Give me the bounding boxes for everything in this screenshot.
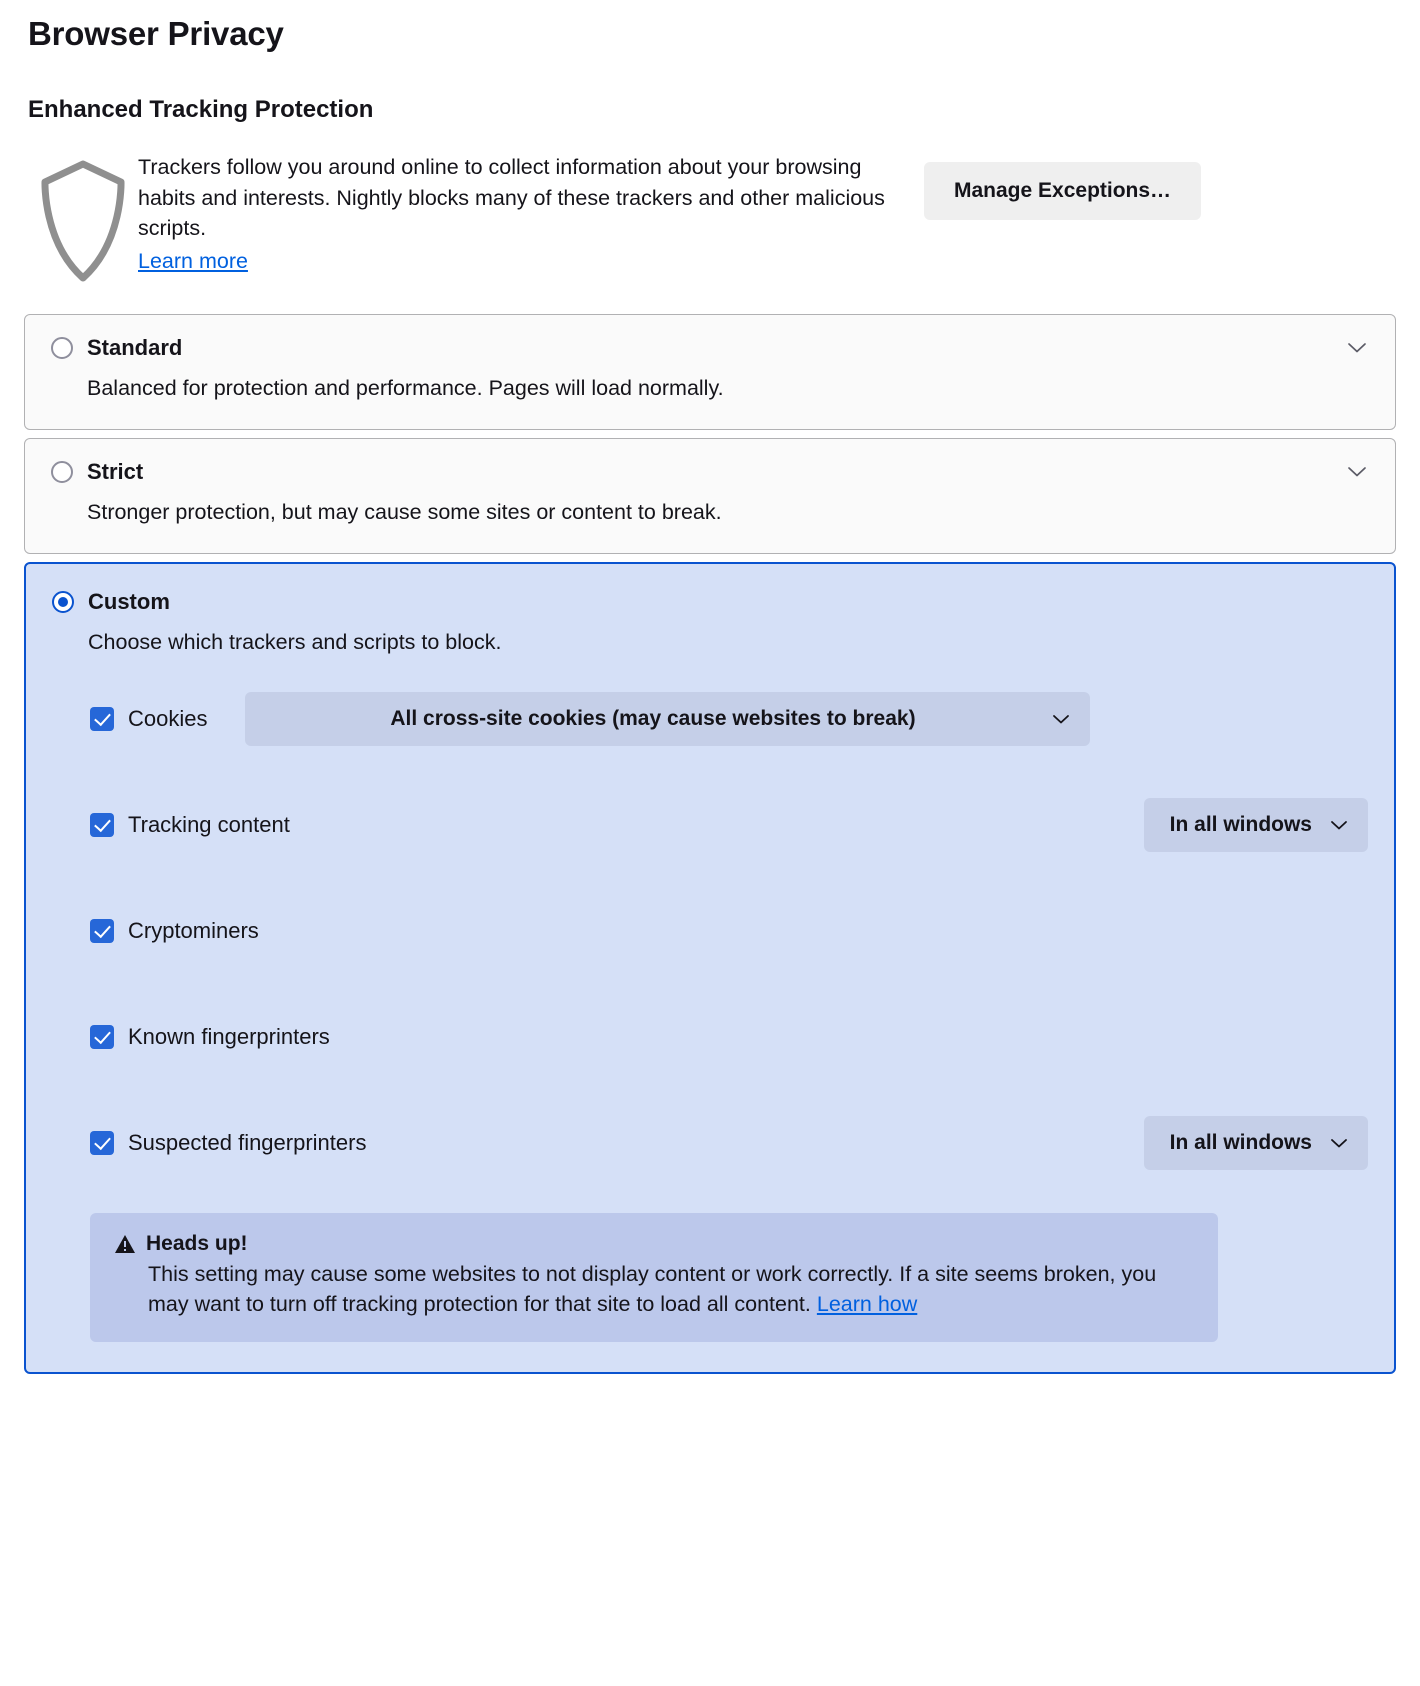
protection-label-custom: Custom — [88, 589, 170, 615]
select-suspected-fingerprinters-value: In all windows — [1169, 1131, 1312, 1155]
browser-privacy-page: Browser Privacy Enhanced Tracking Protec… — [0, 14, 1420, 1686]
manage-exceptions-wrap: Manage Exceptions… — [898, 152, 1396, 221]
protection-level-cards: Standard Balanced for protection and per… — [24, 314, 1396, 1374]
checkbox-cryptominers[interactable] — [90, 919, 114, 944]
checkbox-suspected-fingerprinters[interactable] — [90, 1131, 114, 1156]
intro-block: Trackers follow you around online to col… — [28, 152, 1396, 286]
option-label-cookies: Cookies — [128, 706, 208, 732]
select-tracking-content-value: In all windows — [1169, 813, 1312, 837]
radio-strict[interactable] — [51, 461, 73, 484]
option-row-known-fingerprinters: Known fingerprinters — [90, 1009, 1368, 1065]
chevron-down-icon-suspected-fingerprinters — [1331, 1138, 1347, 1148]
card-head-strict: Strict — [51, 459, 1369, 485]
checkbox-tracking-content[interactable] — [90, 813, 114, 838]
manage-exceptions-button[interactable]: Manage Exceptions… — [924, 162, 1202, 221]
chevron-down-icon-standard[interactable] — [1347, 342, 1367, 354]
warning-title: Heads up! — [146, 1232, 248, 1256]
protection-card-custom[interactable]: Custom Choose which trackers and scripts… — [24, 562, 1396, 1374]
protection-desc-custom: Choose which trackers and scripts to blo… — [88, 630, 502, 655]
option-label-known-fingerprinters: Known fingerprinters — [128, 1024, 330, 1050]
warning-header: Heads up! — [114, 1233, 1194, 1254]
option-row-suspected-fingerprinters: Suspected fingerprinters In all windows — [90, 1115, 1368, 1171]
section-title-enhanced-tracking-protection: Enhanced Tracking Protection — [28, 95, 374, 123]
learn-more-link[interactable]: Learn more — [138, 246, 248, 277]
protection-label-strict: Strict — [87, 459, 144, 485]
select-cookies-value: All cross-site cookies (may cause websit… — [390, 707, 916, 731]
checkbox-known-fingerprinters[interactable] — [90, 1025, 114, 1050]
learn-how-link[interactable]: Learn how — [817, 1292, 917, 1316]
option-label-cryptominers: Cryptominers — [128, 918, 259, 944]
checkbox-cookies[interactable] — [90, 707, 114, 732]
protection-label-standard: Standard — [87, 335, 183, 361]
radio-standard[interactable] — [51, 337, 73, 360]
warning-body: This setting may cause some websites to … — [148, 1260, 1194, 1319]
option-label-suspected-fingerprinters: Suspected fingerprinters — [128, 1130, 367, 1156]
protection-card-strict[interactable]: Strict Stronger protection, but may caus… — [24, 438, 1396, 555]
heads-up-warning: Heads up! This setting may cause some we… — [90, 1213, 1218, 1342]
protection-desc-strict: Stronger protection, but may cause some … — [87, 500, 722, 525]
protection-card-standard[interactable]: Standard Balanced for protection and per… — [24, 314, 1396, 431]
chevron-down-icon-strict[interactable] — [1347, 466, 1367, 478]
option-label-tracking-content: Tracking content — [128, 812, 290, 838]
warning-text: This setting may cause some websites to … — [148, 1262, 1157, 1316]
option-row-tracking-content: Tracking content In all windows — [90, 797, 1368, 853]
chevron-down-icon-cookies — [1053, 714, 1070, 724]
card-head-custom: Custom — [52, 589, 1368, 615]
select-suspected-fingerprinters-scope[interactable]: In all windows — [1143, 1116, 1368, 1171]
select-cookies-level[interactable]: All cross-site cookies (may cause websit… — [245, 692, 1091, 747]
intro-text: Trackers follow you around online to col… — [138, 152, 898, 276]
protection-desc-standard: Balanced for protection and performance.… — [87, 376, 724, 401]
page-title: Browser Privacy — [28, 15, 284, 52]
shield-icon — [28, 152, 138, 286]
option-row-cookies: Cookies All cross-site cookies (may caus… — [90, 691, 1368, 747]
warning-triangle-icon — [115, 1234, 135, 1253]
card-head-standard: Standard — [51, 335, 1369, 361]
option-row-cryptominers: Cryptominers — [90, 903, 1368, 959]
intro-description: Trackers follow you around online to col… — [138, 155, 885, 241]
chevron-down-icon-tracking-content — [1331, 820, 1347, 830]
custom-options-list: Cookies All cross-site cookies (may caus… — [90, 691, 1368, 1171]
select-tracking-content-scope[interactable]: In all windows — [1143, 798, 1368, 853]
radio-custom[interactable] — [52, 591, 74, 614]
